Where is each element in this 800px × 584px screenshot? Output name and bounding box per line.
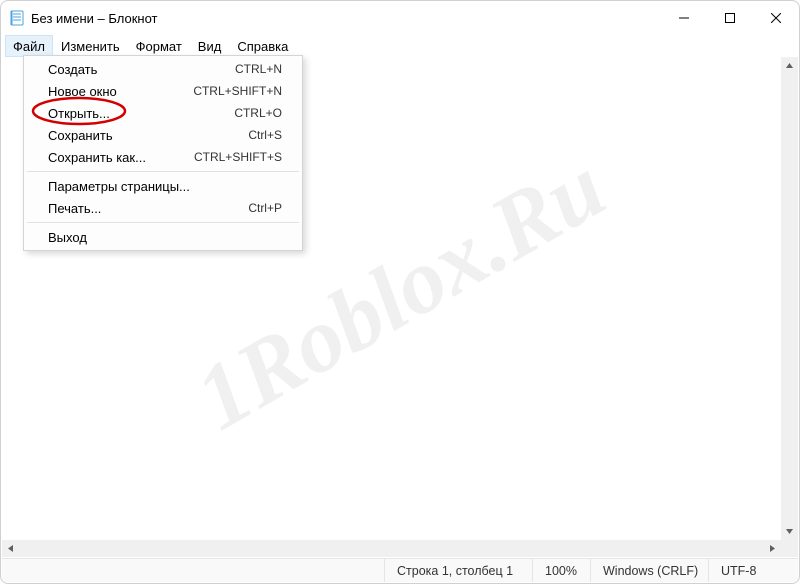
menu-help[interactable]: Справка bbox=[229, 35, 296, 57]
menu-file-label: Файл bbox=[13, 39, 45, 54]
menu-item-label: Параметры страницы... bbox=[48, 179, 190, 194]
vertical-scrollbar[interactable] bbox=[781, 57, 798, 540]
menu-item-shortcut: Ctrl+S bbox=[248, 128, 282, 142]
menu-item-label: Сохранить как... bbox=[48, 150, 146, 165]
status-position: Строка 1, столбец 1 bbox=[384, 559, 532, 582]
file-menu-dropdown: Создать CTRL+N Новое окно CTRL+SHIFT+N О… bbox=[23, 55, 303, 251]
menu-item-print[interactable]: Печать... Ctrl+P bbox=[26, 197, 300, 219]
scroll-corner bbox=[781, 540, 798, 557]
scroll-up-arrow-icon[interactable] bbox=[781, 57, 798, 74]
status-zoom: 100% bbox=[532, 559, 590, 582]
titlebar: Без имени – Блокнот bbox=[1, 1, 799, 35]
menu-item-label: Выход bbox=[48, 230, 87, 245]
status-encoding: UTF-8 bbox=[708, 559, 798, 582]
menu-item-shortcut: CTRL+N bbox=[235, 62, 282, 76]
menu-item-label: Сохранить bbox=[48, 128, 113, 143]
scroll-right-arrow-icon[interactable] bbox=[764, 540, 781, 557]
menu-item-new[interactable]: Создать CTRL+N bbox=[26, 58, 300, 80]
statusbar: Строка 1, столбец 1 100% Windows (CRLF) … bbox=[2, 558, 798, 582]
window-title: Без имени – Блокнот bbox=[31, 11, 661, 26]
minimize-button[interactable] bbox=[661, 1, 707, 35]
menu-edit-label: Изменить bbox=[61, 39, 120, 54]
menu-item-save-as[interactable]: Сохранить как... CTRL+SHIFT+S bbox=[26, 146, 300, 168]
close-button[interactable] bbox=[753, 1, 799, 35]
maximize-button[interactable] bbox=[707, 1, 753, 35]
menu-item-exit[interactable]: Выход bbox=[26, 226, 300, 248]
menu-format[interactable]: Формат bbox=[128, 35, 190, 57]
menu-item-label: Создать bbox=[48, 62, 97, 77]
menu-item-label: Печать... bbox=[48, 201, 101, 216]
menu-item-shortcut: CTRL+SHIFT+N bbox=[193, 84, 282, 98]
notepad-window: Без имени – Блокнот Файл Изменить Формат… bbox=[0, 0, 800, 584]
scroll-left-arrow-icon[interactable] bbox=[2, 540, 19, 557]
menu-view[interactable]: Вид bbox=[190, 35, 230, 57]
menu-edit[interactable]: Изменить bbox=[53, 35, 128, 57]
menu-file[interactable]: Файл bbox=[5, 35, 53, 57]
menu-view-label: Вид bbox=[198, 39, 222, 54]
menu-item-shortcut: CTRL+SHIFT+S bbox=[194, 150, 282, 164]
menu-item-shortcut: Ctrl+P bbox=[248, 201, 282, 215]
menu-item-label: Новое окно bbox=[48, 84, 117, 99]
menu-item-open[interactable]: Открыть... CTRL+O bbox=[26, 102, 300, 124]
horizontal-scrollbar[interactable] bbox=[2, 540, 781, 557]
status-spacer bbox=[2, 559, 384, 582]
status-line-ending: Windows (CRLF) bbox=[590, 559, 708, 582]
menubar: Файл Изменить Формат Вид Справка bbox=[1, 35, 799, 57]
menu-item-new-window[interactable]: Новое окно CTRL+SHIFT+N bbox=[26, 80, 300, 102]
menu-item-page-setup[interactable]: Параметры страницы... bbox=[26, 175, 300, 197]
menu-format-label: Формат bbox=[136, 39, 182, 54]
scroll-down-arrow-icon[interactable] bbox=[781, 523, 798, 540]
menu-item-shortcut: CTRL+O bbox=[234, 106, 282, 120]
menu-item-label: Открыть... bbox=[48, 106, 110, 121]
window-controls bbox=[661, 1, 799, 35]
menu-separator bbox=[27, 171, 299, 172]
menu-item-save[interactable]: Сохранить Ctrl+S bbox=[26, 124, 300, 146]
menu-help-label: Справка bbox=[237, 39, 288, 54]
notepad-icon bbox=[9, 10, 25, 26]
menu-separator bbox=[27, 222, 299, 223]
